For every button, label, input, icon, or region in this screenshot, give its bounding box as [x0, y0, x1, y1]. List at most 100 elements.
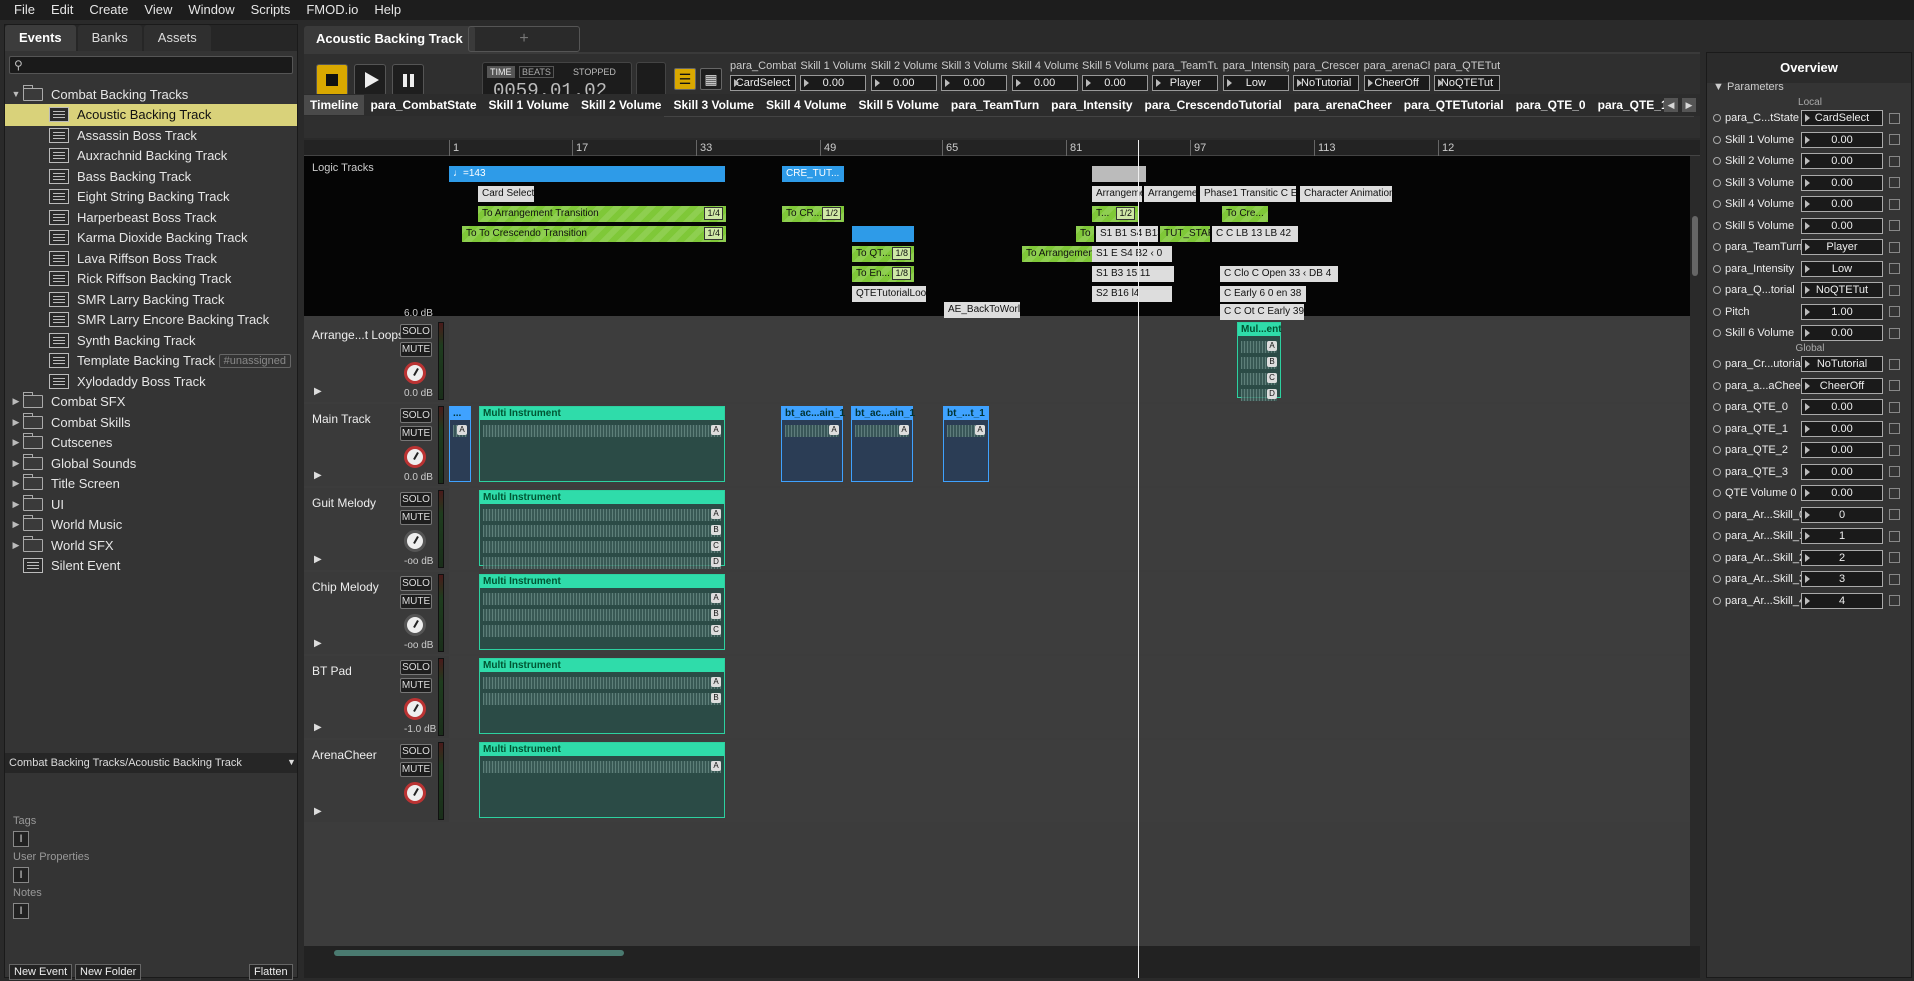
tab-events[interactable]: Events	[5, 25, 76, 51]
parameter-value[interactable]: 2	[1801, 549, 1883, 566]
instrument-region[interactable]: ... A	[449, 406, 471, 482]
mute-button[interactable]: MUTE	[400, 510, 432, 525]
parameter-row[interactable]: para_Ar...Skill_4 4	[1713, 592, 1909, 610]
to-marker[interactable]: To	[1076, 226, 1094, 242]
instrument-region[interactable]: Mul...ent A B C D	[1237, 322, 1282, 401]
to-qt-transition[interactable]: To QT... 1/8	[852, 246, 914, 262]
parameter-row[interactable]: para_Ar...Skill_2 2	[1713, 549, 1909, 567]
play-button[interactable]	[354, 64, 386, 96]
solo-button[interactable]: SOLO	[400, 744, 432, 759]
scroll-thumb[interactable]	[334, 950, 624, 956]
flatten-button[interactable]: Flatten	[249, 964, 293, 980]
folder-item[interactable]: ▶ Global Sounds	[5, 452, 297, 474]
parameter-row[interactable]: Skill 1 Volume 0.00	[1713, 131, 1909, 149]
parameter-checkbox[interactable]	[1889, 220, 1900, 231]
parameter-row[interactable]: para_Cr...utorial NoTutorial	[1713, 355, 1909, 373]
new-folder-button[interactable]: New Folder	[75, 964, 142, 980]
parameter-checkbox[interactable]	[1889, 380, 1900, 391]
chevron-right-icon[interactable]: ▶	[9, 437, 23, 448]
parameter-value[interactable]: 0.00	[1801, 325, 1883, 341]
parameter-checkbox[interactable]	[1889, 466, 1900, 477]
folder-item[interactable]: ▶ World Music	[5, 514, 297, 536]
parameter-value[interactable]: 4	[1801, 592, 1883, 609]
chevron-down-icon[interactable]: ▼	[9, 89, 23, 99]
folder-item[interactable]: ▶ Cutscenes	[5, 432, 297, 454]
chevron-right-icon[interactable]: ▶	[9, 540, 23, 551]
track-header[interactable]: Main Track SOLO MUTE 0.0 dB ▶	[304, 404, 449, 486]
ae-backtoworld[interactable]: AE_BackToWorld	[944, 302, 1020, 318]
instrument-region[interactable]: bt_ac...ain_1 A	[851, 406, 915, 482]
parameter-row[interactable]: para_TeamTurn Player	[1713, 238, 1909, 256]
param-control[interactable]: para_Intensity Low	[1222, 60, 1289, 91]
solo-button[interactable]: SOLO	[400, 324, 432, 339]
chevron-right-icon[interactable]: ▶	[9, 458, 23, 469]
tags-edit-icon[interactable]: I	[13, 831, 29, 847]
event-item[interactable]: Synth Backing Track	[5, 329, 297, 351]
instrument-region[interactable]: Multi Instrument A B	[479, 658, 725, 734]
parameter-checkbox[interactable]	[1889, 595, 1900, 606]
event-item[interactable]: Auxrachnid Backing Track	[5, 145, 297, 167]
ccqe-markers[interactable]: C C Ot C Early 39 7	[1220, 304, 1304, 320]
add-tab-button[interactable]: +	[468, 26, 580, 52]
parameter-row[interactable]: para_Q...torial NoQTETut	[1713, 281, 1909, 299]
track-lane[interactable]: ... A Multi Instrument Abt_ac...ain_1 Abt_ac…	[449, 404, 1690, 486]
volume-knob[interactable]	[404, 362, 426, 384]
time-mode-beats[interactable]: BEATS	[519, 66, 554, 78]
expand-icon[interactable]: ▶	[314, 554, 322, 565]
blue-marker[interactable]	[852, 226, 914, 242]
parameter-value[interactable]: NoTutorial	[1801, 356, 1883, 372]
folder-item[interactable]: ▶ World SFX	[5, 534, 297, 556]
param-value[interactable]: 0.00	[941, 75, 1008, 91]
card-select-marker[interactable]: Card Select	[478, 186, 534, 202]
param-control[interactable]: Skill 4 Volume 0.00	[1011, 60, 1078, 91]
s2b16-markers[interactable]: S2 B16 l4	[1092, 286, 1172, 302]
to-cre-transition[interactable]: To Cre...	[1222, 206, 1268, 222]
tab-para-crescendotutorial[interactable]: para_CrescendoTutorial	[1139, 95, 1288, 115]
parameter-checkbox[interactable]	[1889, 401, 1900, 413]
param-value[interactable]: Player	[1152, 75, 1219, 91]
parameter-row[interactable]: para_QTE_1 0.00	[1713, 420, 1909, 438]
param-value[interactable]: 0.00	[1011, 75, 1078, 91]
parameter-row[interactable]: Skill 6 Volume 0.00	[1713, 324, 1909, 342]
parameter-value[interactable]: 0.00	[1801, 399, 1883, 415]
mute-button[interactable]: MUTE	[400, 678, 432, 693]
parameter-value[interactable]: 0.00	[1801, 131, 1883, 148]
param-control[interactable]: para_TeamTurn Player	[1152, 60, 1219, 91]
parameter-row[interactable]: para_Ar...Skill_0 0	[1713, 506, 1909, 524]
menu-view[interactable]: View	[136, 0, 180, 20]
chevron-right-icon[interactable]: ▶	[9, 499, 23, 510]
expand-icon[interactable]: ▶	[314, 806, 322, 817]
cre-tut-marker[interactable]: CRE_TUT...	[782, 166, 844, 182]
folder-item[interactable]: ▶ Combat SFX	[5, 391, 297, 413]
volume-knob[interactable]	[404, 614, 426, 636]
menu-create[interactable]: Create	[81, 0, 136, 20]
param-value[interactable]: NoQTETut	[1434, 75, 1500, 91]
phase-markers[interactable]: Phase1 Transitic C EX	[1200, 186, 1296, 202]
volume-knob[interactable]	[404, 446, 426, 468]
list-view-icon[interactable]: ☰	[674, 68, 696, 90]
event-item[interactable]: Acoustic Backing Track	[5, 103, 297, 126]
parameter-checkbox[interactable]	[1889, 284, 1900, 296]
chevron-right-icon[interactable]: ▶	[9, 417, 23, 428]
menu-window[interactable]: Window	[180, 0, 242, 20]
expand-icon[interactable]: ▶	[314, 386, 322, 397]
track-header[interactable]: ArenaCheer SOLO MUTE ▶	[304, 740, 449, 822]
mute-button[interactable]: MUTE	[400, 762, 432, 777]
volume-knob[interactable]	[404, 530, 426, 552]
user-properties-edit-icon[interactable]: I	[13, 867, 29, 883]
event-item[interactable]: Rick Riffson Backing Track	[5, 268, 297, 290]
search-input[interactable]: ⚲	[9, 56, 293, 74]
mute-button[interactable]: MUTE	[400, 426, 432, 441]
tab-para-arenacheer[interactable]: para_arenaCheer	[1288, 95, 1398, 115]
expand-icon[interactable]: ▶	[314, 638, 322, 649]
param-value[interactable]: NoTutorial	[1293, 75, 1360, 91]
arrangement-marker-2[interactable]: Arrangemer	[1144, 186, 1196, 202]
tab-scroll-left-icon[interactable]: ◀	[1664, 98, 1678, 112]
parameter-checkbox[interactable]	[1889, 573, 1900, 585]
track-lane[interactable]: Mul...ent A B C D	[449, 320, 1690, 402]
event-item[interactable]: Template Backing Track #unassigned	[5, 350, 297, 372]
instrument-region[interactable]: Multi Instrument A B C	[479, 574, 725, 650]
expand-icon[interactable]: ▶	[314, 722, 322, 733]
parameter-row[interactable]: Skill 3 Volume 0.00	[1713, 174, 1909, 192]
track-header[interactable]: Chip Melody SOLO MUTE -oo dB ▶	[304, 572, 449, 654]
